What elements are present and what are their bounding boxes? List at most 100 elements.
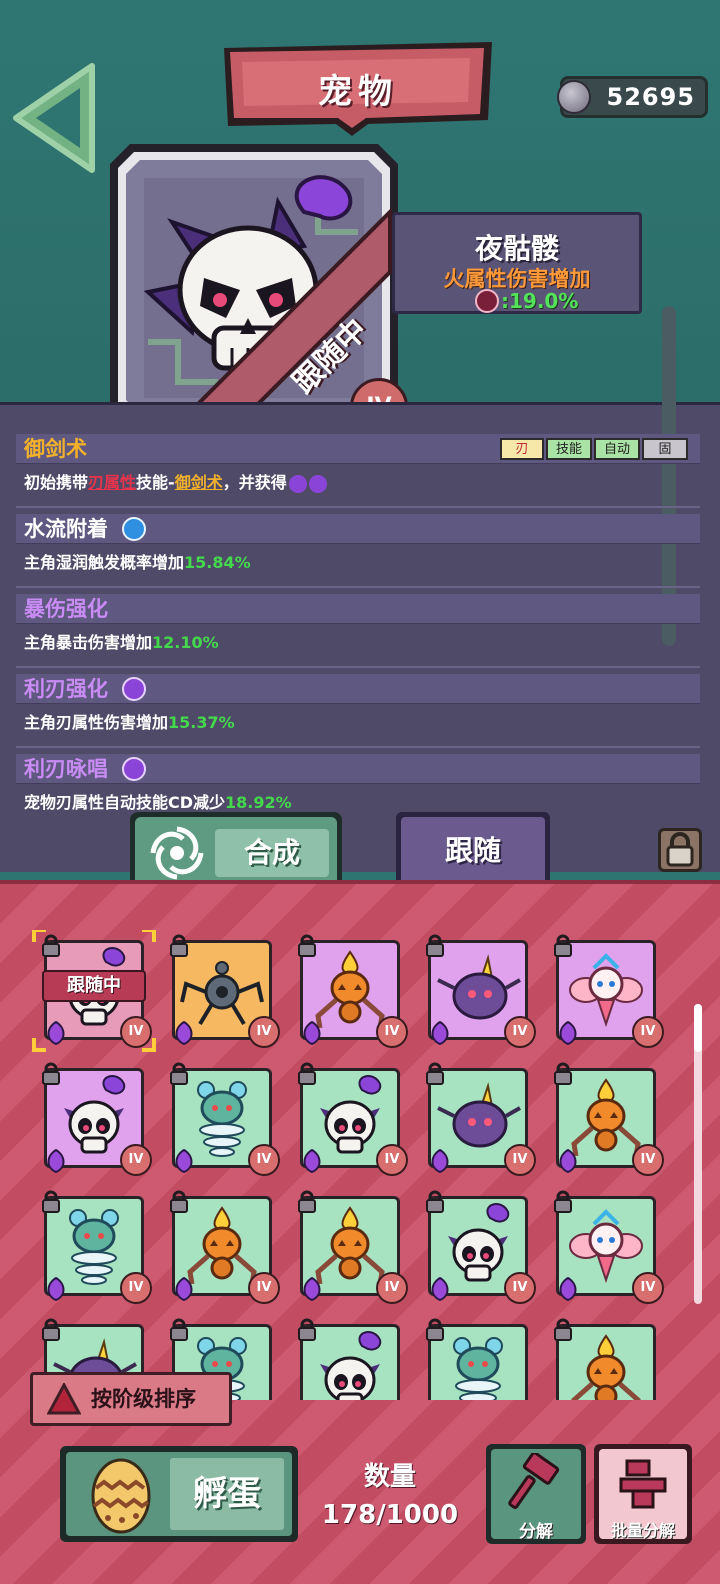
batch-decompose-face: 批量分解 bbox=[599, 1449, 687, 1540]
inventory-scrollbar[interactable] bbox=[694, 1004, 702, 1304]
skull-coin-icon bbox=[557, 80, 591, 114]
skill-name: 利刃强化 bbox=[24, 677, 108, 701]
purple-swirl-icon bbox=[122, 757, 146, 781]
divider bbox=[16, 746, 700, 748]
tag-auto: 自动 bbox=[594, 438, 640, 460]
desc-text: 主角暴击伤害增加 bbox=[24, 633, 153, 652]
desc-text: 主角刃属性伤害增加 bbox=[24, 713, 169, 732]
element-icon bbox=[303, 1276, 321, 1302]
hatch-label: 孵蛋 bbox=[170, 1458, 284, 1530]
pet-card[interactable]: IV bbox=[424, 1062, 536, 1176]
hatch-egg-button[interactable]: 孵蛋 bbox=[60, 1446, 298, 1542]
pet-card[interactable]: IV bbox=[40, 1062, 152, 1176]
element-icon bbox=[559, 1020, 577, 1046]
skill-value: 12.10% bbox=[152, 633, 219, 652]
skill-header: 利刃咏唱 bbox=[16, 754, 700, 784]
lock-button[interactable] bbox=[658, 828, 702, 872]
skill-row: 水流附着 主角湿润触发概率增加15.84% bbox=[16, 514, 700, 588]
pet-level-badge: IV bbox=[504, 1144, 536, 1176]
lock-icon bbox=[42, 1062, 60, 1085]
pet-level-badge: IV bbox=[376, 1272, 408, 1304]
divider bbox=[16, 666, 700, 668]
pet-card[interactable]: IV bbox=[424, 1190, 536, 1304]
element-icon bbox=[431, 1276, 449, 1302]
skill-description: 初始携带刃属性技能-御剑术，并获得 bbox=[24, 470, 327, 496]
pet-level-badge: IV bbox=[248, 1272, 280, 1304]
skill-value: 15.37% bbox=[168, 713, 235, 732]
element-icon bbox=[559, 1148, 577, 1174]
tag-fixed: 固 bbox=[642, 438, 688, 460]
desc-blade-attr: 刃属性 bbox=[88, 473, 137, 492]
skill-description: 主角暴击伤害增加12.10% bbox=[24, 630, 219, 656]
skill-row: 御剑术 刃 技能 自动 固 初始携带刃属性技能-御剑术，并获得 bbox=[16, 434, 700, 508]
desc-text: 技能- bbox=[136, 473, 175, 492]
pet-card[interactable]: IV bbox=[552, 1318, 660, 1400]
skill-name: 暴伤强化 bbox=[24, 597, 108, 621]
skill-header: 水流附着 bbox=[16, 514, 700, 544]
pet-card[interactable]: IV bbox=[424, 1318, 532, 1400]
divider bbox=[16, 506, 700, 508]
pet-level-badge: IV bbox=[632, 1144, 664, 1176]
scrollbar-thumb[interactable] bbox=[694, 1004, 702, 1052]
skill-header: 暴伤强化 bbox=[16, 594, 700, 624]
night-skull-portrait bbox=[110, 144, 398, 430]
lock-icon bbox=[426, 1062, 444, 1085]
currency-display: 52695 bbox=[557, 76, 708, 118]
pet-level-badge: IV bbox=[120, 1144, 152, 1176]
currency-value: 52695 bbox=[606, 83, 695, 111]
pet-card[interactable]: IV bbox=[424, 934, 536, 1048]
decompose-button-face: 分解 bbox=[491, 1449, 581, 1542]
pet-grid: IV跟随中IVIVIVIVIVIVIVIVIVIVIVIVIVIVIVIVIVI… bbox=[0, 930, 720, 1400]
pet-card[interactable]: IV bbox=[552, 1190, 664, 1304]
egg-icon bbox=[91, 1458, 151, 1534]
lock-icon bbox=[170, 1318, 188, 1341]
tag-skill: 技能 bbox=[546, 438, 592, 460]
pet-info-box: 夜骷髅 火属性伤害增加 :19.0% bbox=[392, 212, 642, 314]
pet-card[interactable]: IV bbox=[296, 1190, 408, 1304]
pet-level-badge: IV bbox=[248, 1144, 280, 1176]
lock-icon bbox=[554, 1062, 572, 1085]
pet-card[interactable]: IV bbox=[40, 1190, 152, 1304]
pet-level-badge: IV bbox=[504, 1016, 536, 1048]
pet-card[interactable]: IV bbox=[296, 1062, 408, 1176]
hatch-button-face: 孵蛋 bbox=[66, 1452, 292, 1536]
pet-level-badge: IV bbox=[376, 1016, 408, 1048]
purple-swirl-icon bbox=[288, 474, 307, 493]
hammer-icon bbox=[508, 1453, 560, 1509]
desc-skill-link[interactable]: 御剑术 bbox=[175, 473, 223, 492]
sort-label: 按阶级排序 bbox=[91, 1387, 196, 1411]
batch-decompose-label: 批量分解 bbox=[610, 1521, 675, 1540]
back-button[interactable] bbox=[10, 60, 98, 176]
pet-card[interactable]: IV bbox=[296, 1318, 404, 1400]
lock-icon bbox=[170, 1062, 188, 1085]
element-icon bbox=[431, 1148, 449, 1174]
follow-button[interactable]: 跟随 bbox=[396, 812, 550, 890]
lock-icon bbox=[554, 1190, 572, 1213]
skill-description: 主角湿润触发概率增加15.84% bbox=[24, 550, 251, 576]
pet-bonus-value: :19.0% bbox=[501, 289, 579, 313]
element-icon bbox=[303, 1148, 321, 1174]
pet-card[interactable]: IV bbox=[168, 1190, 280, 1304]
back-arrow-icon bbox=[13, 63, 95, 173]
lock-icon bbox=[298, 1190, 316, 1213]
pet-card[interactable]: IV bbox=[168, 934, 280, 1048]
pet-card[interactable]: IV 跟随中 bbox=[32, 930, 156, 1052]
pet-level-badge: IV bbox=[632, 1272, 664, 1304]
pet-level-badge: IV bbox=[248, 1016, 280, 1048]
anvil-icon bbox=[619, 1459, 667, 1509]
element-icon bbox=[47, 1148, 65, 1174]
skill-description: 主角刃属性伤害增加15.37% bbox=[24, 710, 235, 736]
pet-card[interactable]: IV bbox=[552, 934, 664, 1048]
batch-decompose-button[interactable]: 批量分解 bbox=[594, 1444, 692, 1544]
decompose-button[interactable]: 分解 bbox=[486, 1444, 586, 1544]
lock-icon bbox=[426, 1318, 444, 1341]
pet-card[interactable]: IV bbox=[552, 1062, 664, 1176]
pet-name: 夜骷髅 bbox=[474, 232, 559, 265]
quantity-value: 178/1000 bbox=[321, 1500, 459, 1530]
skill-row: 利刃咏唱 宠物刃属性自动技能CD减少18.92% bbox=[16, 754, 700, 828]
pet-card[interactable]: IV bbox=[296, 934, 408, 1048]
sort-by-rank-button[interactable]: 按阶级排序 bbox=[30, 1372, 232, 1426]
skill-name: 利刃咏唱 bbox=[24, 757, 108, 781]
pet-card[interactable]: IV bbox=[168, 1062, 280, 1176]
pet-level-badge: IV bbox=[376, 1144, 408, 1176]
